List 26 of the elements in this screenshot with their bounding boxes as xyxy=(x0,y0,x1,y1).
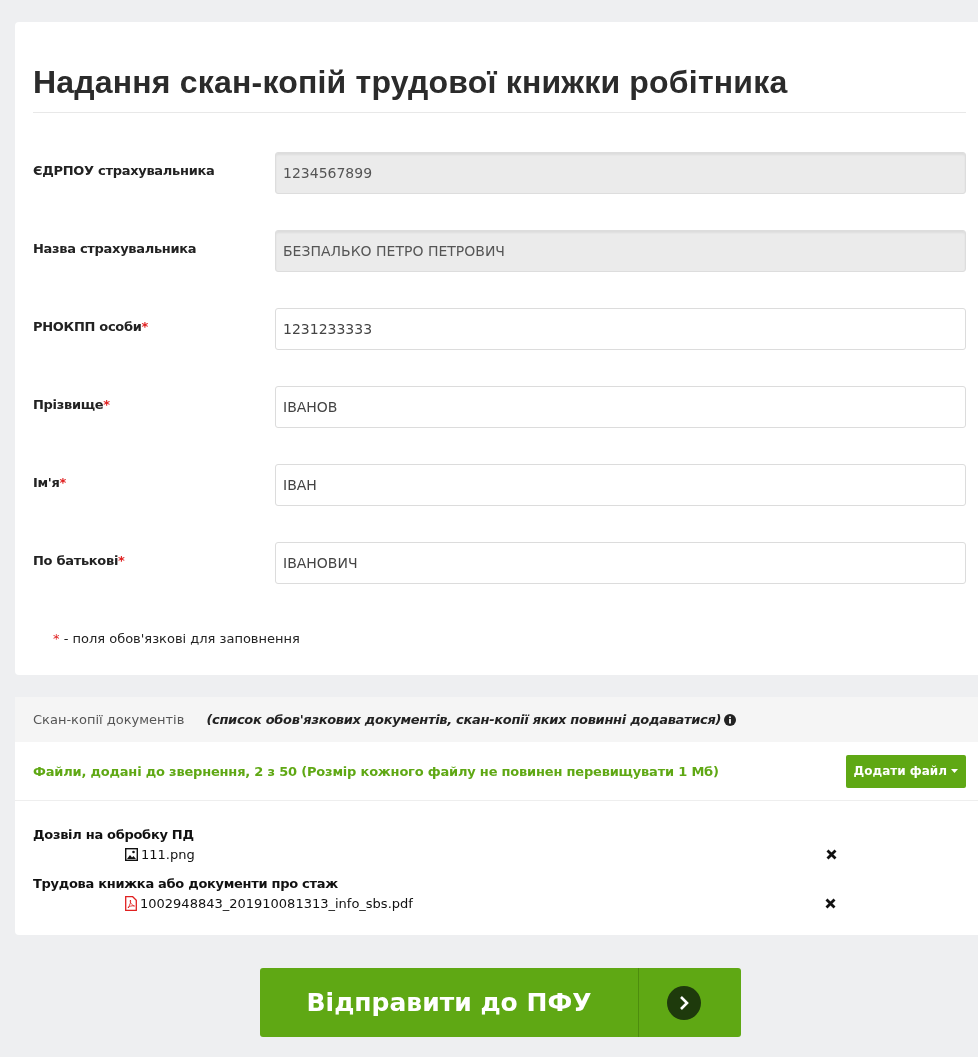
input-field[interactable]: ІВАНОВИЧ xyxy=(275,542,966,584)
section-title: Скан-копії документів xyxy=(33,712,185,727)
chevron-circle-icon xyxy=(667,985,701,1020)
field-label: По батькові* xyxy=(33,552,126,568)
field-label: Ім'я* xyxy=(33,474,68,490)
field-label: РНОКПП особи* xyxy=(33,318,150,334)
documents-hint: (список обов'язкових документів, скан-копії яких повинні додаватися) xyxy=(206,712,722,727)
files-info: Файли, додані до звернення, 2 з 50 (Розмір кожного файлу не повинен перевищувати 1 Мб) xyxy=(33,763,719,779)
pdf-file-icon xyxy=(125,895,137,911)
input-field[interactable]: ІВАН xyxy=(275,464,966,506)
image-file-icon xyxy=(125,847,138,861)
field-label: Прізвище* xyxy=(33,396,111,412)
info-icon[interactable] xyxy=(724,713,737,726)
document-title: Трудова книжка або документи про стаж xyxy=(33,876,339,891)
caret-icon xyxy=(951,769,958,773)
input-field[interactable]: 1231233333 xyxy=(275,308,966,350)
page-title: Надання скан-копій трудової книжки робітника xyxy=(33,62,966,113)
input-field[interactable]: ІВАНОВ xyxy=(275,386,966,428)
remove-icon[interactable] xyxy=(826,848,837,860)
file-name[interactable]: 111.png xyxy=(141,846,826,862)
field-label: ЄДРПОУ страхувальника xyxy=(33,162,216,178)
field-label: Назва страхувальника xyxy=(33,240,198,256)
remove-icon[interactable] xyxy=(825,897,836,909)
document-title: Дозвіл на обробку ПД xyxy=(33,827,195,842)
required-note: * - поля обов'язкові для заповнення xyxy=(53,631,301,646)
file-name[interactable]: 1002948843_201910081313_info_sbs.pdf xyxy=(140,895,825,911)
